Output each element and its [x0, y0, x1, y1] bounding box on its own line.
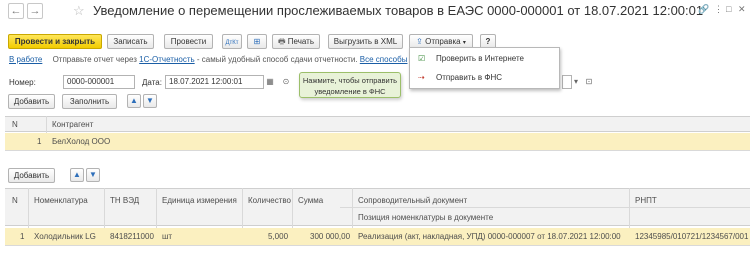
goods-header-n: N — [12, 196, 18, 205]
tooltip-line-2: уведомление в ФНС — [314, 87, 386, 96]
send-icon: ⇪ — [416, 37, 423, 46]
add-contractor-button[interactable]: Добавить — [8, 94, 55, 109]
goods-row-doc: Реализация (акт, накладная, УПД) 0000-00… — [358, 232, 621, 241]
contractor-row-n: 1 — [37, 137, 42, 146]
goods-header-sum: Сумма — [298, 196, 324, 205]
goods-subheader-position: Позиция номенклатуры в документе — [358, 213, 494, 222]
org-icon: ⊙ — [282, 77, 290, 86]
chevron-down-icon: ▾ — [462, 40, 466, 46]
goods-row-rnpt: 12345985/010721/1234567/001 — [635, 232, 749, 241]
goods-header-unit: Единица измерения — [162, 196, 237, 205]
arrow-down-icon: ▼ — [89, 170, 97, 179]
arrow-right-icon: → — [29, 5, 41, 17]
goods-row-tnved: 8418211000 — [110, 232, 154, 241]
print-label: Печать — [287, 37, 314, 46]
divider — [340, 207, 750, 208]
goods-row-sum: 300 000,00 — [310, 232, 351, 241]
menu-item-label: Проверить в Интернете — [436, 54, 524, 63]
move-down-button[interactable]: ▼ — [143, 94, 157, 108]
more-icon[interactable]: ⋮ — [714, 4, 723, 15]
contractors-table-header — [5, 116, 750, 132]
send-fns-tooltip: Нажмите, чтобы отправить уведомление в Ф… — [299, 72, 401, 98]
dt-kt-icon: ДтКт — [225, 40, 239, 46]
goods-move-up-button[interactable]: ▲ — [70, 168, 84, 182]
1c-reporting-link[interactable]: 1С-Отчетность — [139, 55, 195, 64]
arrow-up-icon: ▲ — [73, 170, 81, 179]
maximize-icon[interactable]: □ — [726, 4, 731, 14]
back-button[interactable]: ← — [8, 3, 24, 19]
divider — [5, 245, 750, 246]
number-label: Номер: — [9, 78, 36, 87]
date-field[interactable]: 18.07.2021 12:00:01 — [165, 75, 264, 89]
arrow-left-icon: ← — [10, 5, 22, 17]
print-button[interactable]: 🖶 Печать — [272, 34, 320, 49]
post-and-close-button[interactable]: Провести и закрыть — [8, 34, 102, 49]
dropdown-icon[interactable]: ▾ — [570, 76, 582, 88]
structure-icon: ⊞ — [253, 37, 261, 46]
contractor-row-name: БелХолод ООО — [52, 137, 111, 146]
goods-row-product: Холодильник LG — [34, 232, 96, 241]
goods-row-n: 1 — [20, 232, 25, 241]
status-text: Отправьте отчет через — [52, 55, 137, 64]
tooltip-line-1: Нажмите, чтобы отправить — [302, 76, 398, 85]
table-row[interactable] — [5, 133, 750, 150]
forward-button[interactable]: → — [27, 3, 43, 19]
printer-icon: 🖶 — [277, 37, 286, 46]
dt-kt-button[interactable]: ДтКт — [222, 34, 242, 49]
save-button[interactable]: Записать — [107, 34, 154, 49]
date-label: Дата: — [142, 78, 162, 87]
menu-item-check-online[interactable]: ☑ Проверить в Интернете — [410, 50, 559, 68]
close-icon[interactable]: ✕ — [738, 4, 746, 15]
status-state-link[interactable]: В работе — [9, 55, 42, 64]
number-field[interactable]: 0000-000001 — [63, 75, 135, 89]
goods-row-qty: 5,000 — [268, 232, 289, 241]
favorite-star-icon[interactable]: ☆ — [73, 3, 85, 19]
fill-button[interactable]: Заполнить — [62, 94, 117, 109]
status-text-2: - самый удобный способ сдачи отчетности. — [196, 55, 358, 64]
goods-row-unit: шт — [162, 232, 173, 241]
contractors-header-name: Контрагент — [52, 120, 94, 129]
calendar-icon[interactable]: ▦ — [264, 76, 276, 88]
goods-header-tnved: ТН ВЭД — [110, 196, 140, 205]
structure-button[interactable]: ⊞ — [247, 34, 267, 49]
status-line: В работе Отправьте отчет через 1С-Отчетн… — [9, 55, 407, 64]
send-fns-icon: ⇢ — [418, 73, 425, 82]
goods-header-doc: Сопроводительный документ — [358, 196, 468, 205]
post-button[interactable]: Провести — [164, 34, 213, 49]
move-up-button[interactable]: ▲ — [127, 94, 141, 108]
page-title: Уведомление о перемещении прослеживаемых… — [93, 3, 704, 18]
send-dropdown-menu: ☑ Проверить в Интернете ⇢ Отправить в ФН… — [409, 47, 560, 89]
arrow-up-icon: ▲ — [130, 96, 138, 105]
link-icon[interactable]: 🔗 — [698, 4, 709, 15]
menu-item-label: Отправить в ФНС — [436, 73, 502, 82]
arrow-down-icon: ▼ — [146, 96, 154, 105]
all-ways-link[interactable]: Все способы — [360, 55, 408, 64]
contractors-header-n: N — [12, 120, 18, 129]
menu-item-send-fns[interactable]: ⇢ Отправить в ФНС — [410, 69, 559, 87]
goods-move-down-button[interactable]: ▼ — [86, 168, 100, 182]
globe-check-icon: ☑ — [418, 54, 426, 63]
goods-header-qty: Количество — [248, 196, 291, 205]
send-label: Отправка — [425, 37, 461, 46]
add-goods-button[interactable]: Добавить — [8, 168, 55, 183]
divider — [5, 150, 750, 151]
goods-header-product: Номенклатура — [34, 196, 88, 205]
export-xml-button[interactable]: Выгрузить в XML — [328, 34, 403, 49]
goods-header-rnpt: РНПТ — [635, 196, 657, 205]
open-icon[interactable]: ⊡ — [583, 76, 595, 88]
